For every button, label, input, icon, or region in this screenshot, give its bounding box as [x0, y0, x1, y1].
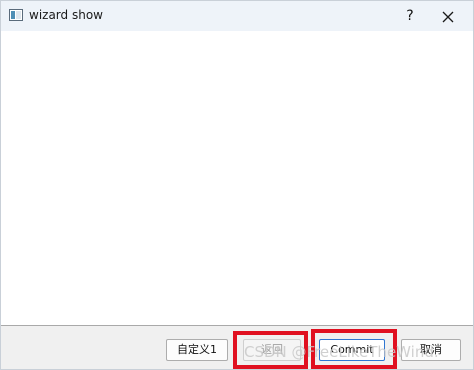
- custom1-button[interactable]: 自定义1: [166, 339, 228, 361]
- cancel-button[interactable]: 取消: [401, 339, 461, 361]
- title-bar: wizard show ?: [1, 1, 473, 31]
- back-button-highlight: [233, 331, 308, 369]
- close-button[interactable]: [437, 6, 459, 28]
- help-button[interactable]: ?: [399, 5, 421, 27]
- wizard-window: wizard show ? 自定义1 返回 Commit 取消 CSDN @Fr…: [0, 0, 474, 370]
- wizard-page-content: [1, 31, 473, 325]
- commit-button-highlight: [311, 329, 397, 369]
- close-icon: [442, 11, 454, 23]
- window-title: wizard show: [29, 8, 103, 22]
- app-window-icon: [9, 9, 23, 21]
